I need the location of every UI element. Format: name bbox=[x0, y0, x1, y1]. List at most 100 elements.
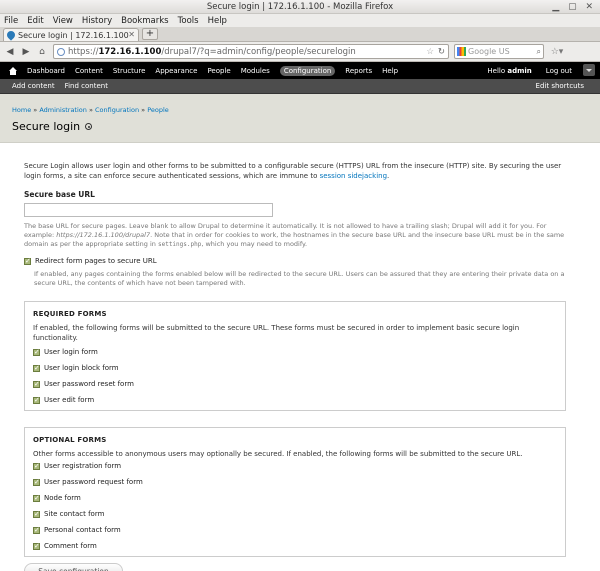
optional-form-item[interactable]: Personal contact form bbox=[33, 526, 557, 534]
toolbar-help[interactable]: Help bbox=[382, 67, 398, 75]
window-titlebar: Secure login | 172.16.1.100 - Mozilla Fi… bbox=[0, 0, 600, 14]
menu-bookmarks[interactable]: Bookmarks bbox=[121, 16, 169, 26]
redirect-checkbox[interactable] bbox=[24, 257, 31, 265]
browser-tab[interactable]: Secure login | 172.16.1.100 ✕ bbox=[3, 28, 139, 41]
toolbar-user-area: Hello admin Log out bbox=[487, 62, 572, 79]
bookmark-star-icon[interactable]: ☆ bbox=[426, 47, 434, 57]
desc-example: https://172.16.1.100/drupal7 bbox=[56, 231, 151, 239]
checkbox-checked[interactable] bbox=[33, 462, 40, 470]
toolbar-people[interactable]: People bbox=[207, 67, 230, 75]
optional-form-label[interactable]: Comment form bbox=[44, 542, 97, 550]
redirect-checkbox-row[interactable]: Redirect form pages to secure URL bbox=[24, 257, 576, 265]
required-form-label[interactable]: User login form bbox=[44, 348, 98, 356]
tab-bar: Secure login | 172.16.1.100 ✕ + bbox=[0, 27, 600, 42]
toolbar-appearance[interactable]: Appearance bbox=[155, 67, 197, 75]
search-placeholder: Google US bbox=[468, 47, 510, 56]
intro-text: Secure Login allows user login and other… bbox=[24, 161, 569, 181]
checkbox-checked[interactable] bbox=[33, 510, 40, 518]
nav-toolbar: ◀ ▶ ⌂ https://172.16.1.100/drupal7/?q=ad… bbox=[0, 42, 600, 62]
optional-form-item[interactable]: User password request form bbox=[33, 478, 557, 486]
checkbox-checked[interactable] bbox=[33, 526, 40, 534]
shortcuts-toggle-icon[interactable] bbox=[583, 64, 595, 76]
window-controls[interactable]: ▁ ▢ ✕ bbox=[552, 0, 596, 14]
optional-forms-title: OPTIONAL FORMS bbox=[33, 436, 107, 444]
logout-link[interactable]: Log out bbox=[546, 67, 572, 75]
desc-code: settings.php bbox=[157, 241, 202, 248]
toolbar-dashboard[interactable]: Dashboard bbox=[27, 67, 65, 75]
shortcut-find-content[interactable]: Find content bbox=[65, 82, 108, 90]
shortcuts-bar: Add content Find content Edit shortcuts bbox=[0, 79, 600, 94]
username[interactable]: admin bbox=[507, 67, 531, 75]
checkbox-checked[interactable] bbox=[33, 542, 40, 550]
required-form-label[interactable]: User password reset form bbox=[44, 380, 134, 388]
hello-prefix: Hello bbox=[487, 66, 508, 75]
required-form-item[interactable]: User password reset form bbox=[33, 380, 557, 388]
optional-form-label[interactable]: User registration form bbox=[44, 462, 121, 470]
checkbox-checked[interactable] bbox=[33, 478, 40, 486]
breadcrumb-sep: » bbox=[139, 106, 148, 114]
breadcrumb-people[interactable]: People bbox=[147, 106, 169, 114]
optional-form-item[interactable]: Site contact form bbox=[33, 510, 557, 518]
optional-form-label[interactable]: Node form bbox=[44, 494, 81, 502]
search-icon[interactable]: ⌕ bbox=[537, 47, 541, 57]
toolbar-configuration[interactable]: Configuration bbox=[279, 65, 336, 76]
checkbox-checked[interactable] bbox=[33, 364, 40, 372]
save-configuration-button[interactable]: Save configuration bbox=[24, 563, 123, 571]
new-tab-button[interactable]: + bbox=[142, 28, 158, 40]
checkbox-checked[interactable] bbox=[33, 396, 40, 404]
reload-icon[interactable]: ↻ bbox=[438, 47, 445, 57]
session-sidejacking-link[interactable]: session sidejacking bbox=[320, 172, 387, 180]
bookmarks-menu-icon[interactable]: ☆▾ bbox=[548, 45, 566, 59]
required-form-item[interactable]: User login form bbox=[33, 348, 557, 356]
forward-icon[interactable]: ▶ bbox=[19, 45, 33, 59]
checkbox-checked[interactable] bbox=[33, 380, 40, 388]
optional-form-item[interactable]: Node form bbox=[33, 494, 557, 502]
optional-form-item[interactable]: User registration form bbox=[33, 462, 557, 470]
drupal-favicon-icon bbox=[5, 29, 17, 41]
url-host: 172.16.1.100 bbox=[98, 46, 162, 57]
checkbox-checked[interactable] bbox=[33, 348, 40, 356]
menu-tools[interactable]: Tools bbox=[178, 16, 199, 26]
url-bar[interactable]: https://172.16.1.100/drupal7/?q=admin/co… bbox=[53, 44, 449, 59]
required-forms-title: REQUIRED FORMS bbox=[33, 310, 107, 318]
redirect-label[interactable]: Redirect form pages to secure URL bbox=[35, 257, 157, 265]
menu-edit[interactable]: Edit bbox=[27, 16, 43, 26]
toolbar-reports[interactable]: Reports bbox=[345, 67, 372, 75]
required-form-label[interactable]: User edit form bbox=[44, 396, 94, 404]
drupal-home-icon[interactable] bbox=[8, 66, 18, 75]
optional-forms-description: Other forms accessible to anonymous user… bbox=[33, 450, 523, 458]
intro-end: . bbox=[387, 172, 390, 180]
required-form-label[interactable]: User login block form bbox=[44, 364, 119, 372]
toolbar-structure[interactable]: Structure bbox=[113, 67, 146, 75]
menu-view[interactable]: View bbox=[53, 16, 73, 26]
optional-form-label[interactable]: Personal contact form bbox=[44, 526, 121, 534]
add-shortcut-icon[interactable] bbox=[85, 123, 93, 130]
toolbar-modules[interactable]: Modules bbox=[241, 67, 270, 75]
search-bar[interactable]: Google US ⌕ bbox=[454, 44, 544, 59]
optional-form-label[interactable]: User password request form bbox=[44, 478, 143, 486]
secure-base-url-label: Secure base URL bbox=[24, 190, 95, 199]
redirect-description: If enabled, any pages containing the for… bbox=[34, 270, 565, 287]
shortcut-add-content[interactable]: Add content bbox=[12, 82, 55, 90]
required-form-item[interactable]: User login block form bbox=[33, 364, 557, 372]
toolbar-content[interactable]: Content bbox=[75, 67, 103, 75]
edit-shortcuts-link[interactable]: Edit shortcuts bbox=[536, 82, 584, 90]
secure-base-url-input[interactable] bbox=[24, 203, 273, 217]
breadcrumb-configuration[interactable]: Configuration bbox=[95, 106, 139, 114]
back-icon[interactable]: ◀ bbox=[3, 45, 17, 59]
menu-file[interactable]: File bbox=[4, 16, 18, 26]
required-forms-description: If enabled, the following forms will be … bbox=[33, 324, 520, 342]
page-title-text: Secure login bbox=[12, 120, 81, 133]
breadcrumb-administration[interactable]: Administration bbox=[39, 106, 87, 114]
breadcrumb-home[interactable]: Home bbox=[12, 106, 31, 114]
checkbox-checked[interactable] bbox=[33, 494, 40, 502]
optional-form-label[interactable]: Site contact form bbox=[44, 510, 104, 518]
page-title: Secure login bbox=[12, 120, 588, 133]
optional-form-item[interactable]: Comment form bbox=[33, 542, 557, 550]
menu-history[interactable]: History bbox=[82, 16, 112, 26]
tab-close-icon[interactable]: ✕ bbox=[128, 30, 135, 39]
menu-help[interactable]: Help bbox=[208, 16, 227, 26]
home-icon[interactable]: ⌂ bbox=[35, 45, 49, 59]
url-scheme: https:// bbox=[68, 46, 99, 57]
required-form-item[interactable]: User edit form bbox=[33, 396, 557, 404]
